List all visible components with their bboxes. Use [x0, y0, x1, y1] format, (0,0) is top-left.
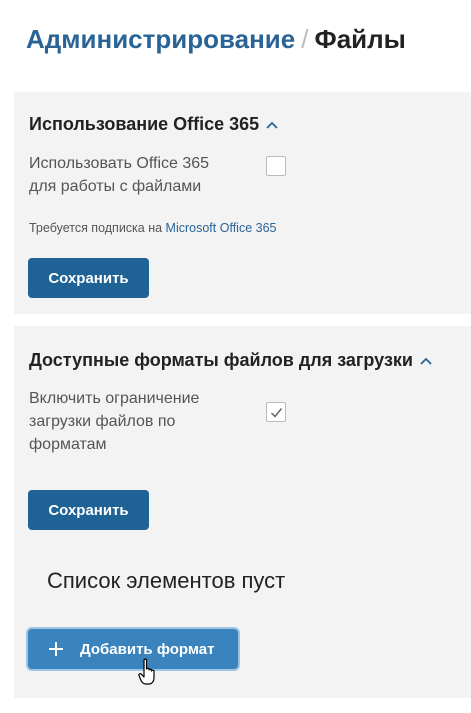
office365-panel: Использование Office 365 Использовать Of…	[14, 92, 471, 314]
formats-panel: Доступные форматы файлов для загрузки Вк…	[14, 326, 471, 698]
hand-pointer-cursor-icon	[138, 658, 155, 685]
office365-save-button[interactable]: Сохранить	[28, 258, 149, 298]
breadcrumb-separator: /	[301, 24, 309, 54]
chevron-up-icon[interactable]	[265, 120, 279, 130]
office365-panel-header[interactable]: Использование Office 365	[29, 114, 279, 135]
formats-panel-header[interactable]: Доступные форматы файлов для загрузки	[29, 350, 433, 371]
office365-field-label-line2: для работы с файлами	[29, 178, 202, 195]
formats-checkbox[interactable]	[266, 402, 286, 422]
office365-checkbox[interactable]	[266, 156, 286, 176]
office365-hint: Требуется подписка на Microsoft Office 3…	[29, 221, 276, 235]
microsoft-office365-link[interactable]: Microsoft Office 365	[166, 221, 277, 235]
add-format-button[interactable]: Добавить формат	[28, 629, 238, 669]
formats-field-label: Включить ограничение загрузки файлов по …	[29, 387, 199, 456]
add-format-label: Добавить формат	[80, 640, 215, 658]
office365-field-label-line1: Использовать Office 365	[29, 155, 210, 172]
formats-field-label-line2: загрузки файлов по	[29, 413, 176, 430]
formats-save-button[interactable]: Сохранить	[28, 490, 149, 530]
office365-field-label: Использовать Office 365 для работы с фай…	[29, 152, 209, 198]
page: Администрирование / Файлы Использование Of…	[0, 0, 471, 713]
breadcrumb-link-administration[interactable]: Администрирование	[26, 24, 295, 54]
office365-panel-title: Использование Office 365	[29, 114, 260, 134]
breadcrumb: Администрирование / Файлы	[26, 24, 406, 55]
formats-field-label-line3: форматам	[29, 436, 107, 453]
plus-icon	[49, 642, 63, 656]
page-title: Файлы	[314, 24, 406, 54]
checkmark-icon	[270, 408, 283, 418]
empty-list-message: Список элементов пуст	[47, 568, 286, 593]
chevron-up-icon[interactable]	[419, 356, 433, 366]
formats-field-label-line1: Включить ограничение	[29, 390, 200, 407]
formats-panel-title: Доступные форматы файлов для загрузки	[29, 350, 413, 370]
office365-hint-text: Требуется подписка на	[29, 221, 166, 235]
